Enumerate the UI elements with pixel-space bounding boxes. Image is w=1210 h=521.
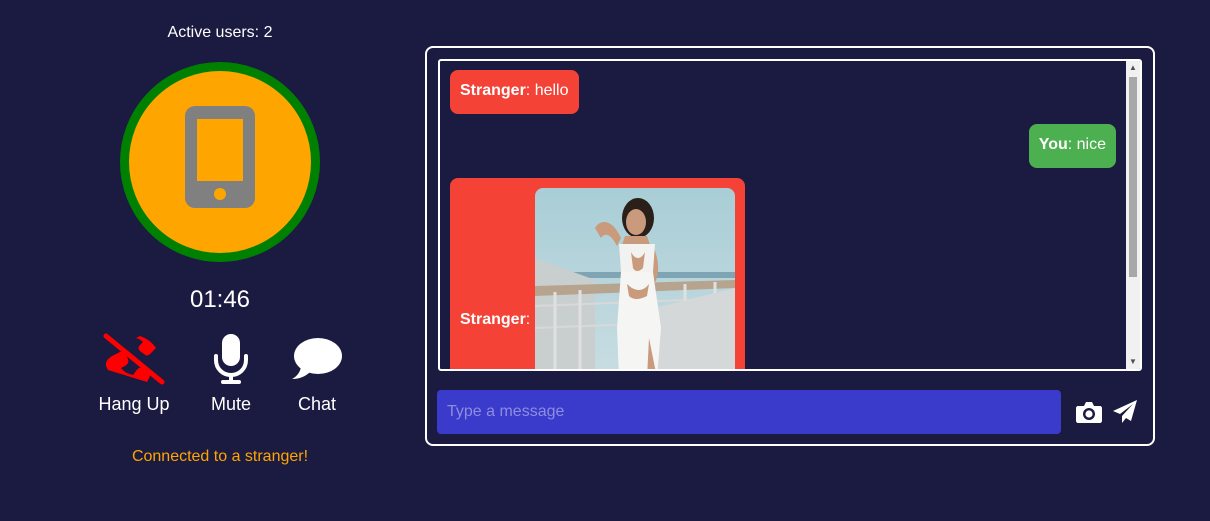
message-stranger: Stranger: hello	[450, 70, 579, 114]
message-composer	[437, 390, 1145, 434]
scroll-thumb[interactable]	[1129, 77, 1137, 277]
speech-bubble-icon	[292, 338, 342, 379]
message-separator: :	[525, 82, 535, 99]
mute-button[interactable]: Mute	[186, 330, 276, 415]
message-text: hello	[534, 82, 569, 99]
camera-icon	[1076, 402, 1102, 423]
paper-plane-icon	[1113, 400, 1137, 423]
avatar	[120, 62, 320, 262]
photo-image	[535, 188, 735, 369]
message-stranger-image: Stranger:	[450, 178, 745, 369]
message-sender: Stranger	[460, 311, 526, 328]
connection-status: Connected to a stranger!	[131, 448, 309, 465]
send-button[interactable]	[1111, 398, 1139, 426]
camera-button[interactable]	[1075, 398, 1103, 426]
chat-button[interactable]: Chat	[272, 330, 362, 415]
hang-up-button[interactable]: Hang Up	[89, 330, 179, 415]
hang-up-label: Hang Up	[98, 394, 170, 414]
phone-slash-icon	[103, 333, 165, 385]
message-text: nice	[1076, 136, 1106, 153]
message-sender: Stranger	[460, 82, 526, 99]
chat-label: Chat	[297, 394, 337, 414]
mute-label: Mute	[210, 394, 252, 414]
message-you: You: nice	[1028, 124, 1116, 168]
microphone-icon	[214, 334, 248, 384]
message-list[interactable]: Stranger: hello You: nice Stranger: ▲ ▼	[438, 59, 1142, 371]
chat-panel: Stranger: hello You: nice Stranger: ▲ ▼ …	[425, 46, 1155, 446]
message-scrollbar[interactable]: ▲ ▼	[1126, 61, 1140, 369]
message-sender: You	[1038, 136, 1068, 153]
message-input[interactable]	[437, 390, 1061, 434]
call-timer: 01:46	[189, 286, 251, 313]
message-separator: :	[1067, 136, 1077, 153]
mobile-phone-icon	[185, 106, 255, 208]
image-attachment[interactable]	[535, 188, 735, 369]
message-separator: :	[525, 311, 531, 328]
scroll-up-arrow-icon[interactable]: ▲	[1126, 61, 1140, 75]
scroll-down-arrow-icon[interactable]: ▼	[1126, 355, 1140, 369]
active-users-count: Active users: 2	[167, 24, 273, 41]
call-panel: Active users: 2 01:46 Hang Up Mute Chat …	[0, 0, 440, 521]
